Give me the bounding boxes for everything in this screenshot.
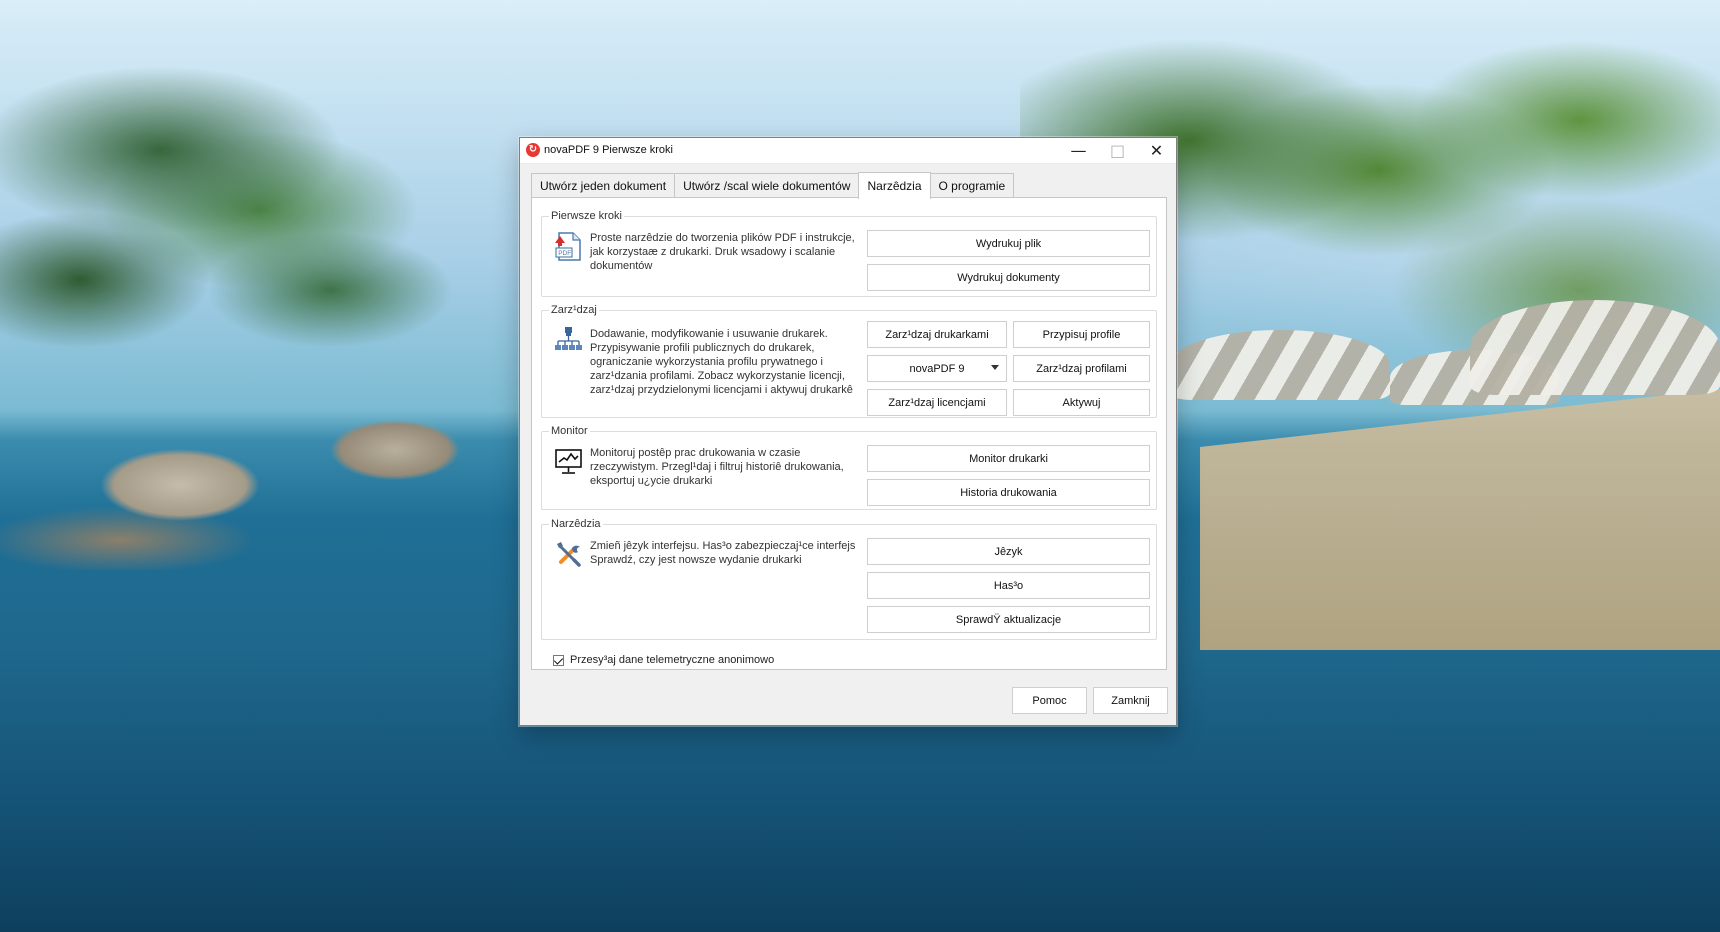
getting-started-description: Proste narzêdzie do tworzenia plików PDF… bbox=[590, 232, 855, 272]
title-bar: ↻ novaPDF 9 Pierwsze kroki — □ ✕ bbox=[520, 138, 1176, 164]
svg-text:PDF: PDF bbox=[558, 250, 571, 257]
help-button[interactable]: Pomoc bbox=[1012, 687, 1087, 714]
tools-group: Narzêdzia Zmieñ jêzyk interfejsu. Has³o … bbox=[541, 517, 1157, 640]
beach-umbrella bbox=[1170, 330, 1390, 400]
telemetry-option[interactable]: Przesy³aj dane telemetryczne anonimowo bbox=[553, 652, 774, 668]
close-window-button[interactable]: ✕ bbox=[1137, 138, 1176, 163]
language-button[interactable]: Jêzyk bbox=[867, 538, 1150, 565]
print-documents-button[interactable]: Wydrukuj dokumenty bbox=[867, 264, 1150, 291]
manage-printers-button[interactable]: Zarz¹dzaj drukarkami bbox=[867, 321, 1007, 348]
manage-title: Zarz¹dzaj bbox=[549, 303, 599, 317]
novapdf-window: ↻ novaPDF 9 Pierwsze kroki — □ ✕ Utwórz … bbox=[519, 137, 1177, 726]
minimize-button[interactable]: — bbox=[1059, 138, 1098, 163]
print-history-button[interactable]: Historia drukowania bbox=[867, 479, 1150, 506]
manage-description: Dodawanie, modyfikowanie i usuwanie druk… bbox=[590, 328, 853, 396]
tab-multiple-documents[interactable]: Utwórz /scal wiele dokumentów bbox=[674, 173, 860, 198]
telemetry-checkbox[interactable] bbox=[553, 654, 564, 666]
tab-single-document[interactable]: Utwórz jeden dokument bbox=[531, 173, 676, 198]
telemetry-label: Przesy³aj dane telemetryczne anonimowo bbox=[570, 654, 775, 666]
printer-select[interactable]: novaPDF 9 bbox=[867, 355, 1007, 382]
maximize-button[interactable]: □ bbox=[1098, 138, 1137, 163]
printer-monitor-button[interactable]: Monitor drukarki bbox=[867, 445, 1150, 472]
print-file-button[interactable]: Wydrukuj plik bbox=[867, 230, 1150, 257]
tools-title: Narzêdzia bbox=[549, 517, 603, 531]
tools-description: Zmieñ jêzyk interfejsu. Has³o zabezpiecz… bbox=[590, 540, 856, 566]
password-button[interactable]: Has³o bbox=[867, 572, 1150, 599]
printer-select-value: novaPDF 9 bbox=[909, 362, 965, 375]
close-button[interactable]: Zamknij bbox=[1093, 687, 1168, 714]
monitor-icon bbox=[555, 449, 582, 474]
window-controls: — □ ✕ bbox=[1059, 138, 1176, 163]
pool-rocks bbox=[0, 390, 520, 570]
tab-tools[interactable]: Narzêdzia bbox=[858, 172, 931, 199]
tab-strip: Utwórz jeden dokument Utwórz /scal wiele… bbox=[531, 171, 1015, 199]
network-icon bbox=[555, 327, 582, 350]
tab-about[interactable]: O programie bbox=[929, 173, 1015, 198]
pdf-icon: PDF bbox=[555, 232, 581, 261]
monitor-title: Monitor bbox=[549, 424, 590, 438]
getting-started-title: Pierwsze kroki bbox=[549, 209, 624, 223]
monitor-group: Monitor Monitoruj postêp prac drukowania… bbox=[541, 424, 1157, 510]
activate-button[interactable]: Aktywuj bbox=[1013, 389, 1150, 416]
chevron-down-icon bbox=[991, 365, 999, 370]
check-updates-button[interactable]: SprawdŸ aktualizacje bbox=[867, 606, 1150, 633]
window-title: novaPDF 9 Pierwsze kroki bbox=[544, 144, 673, 156]
manage-profiles-button[interactable]: Zarz¹dzaj profilami bbox=[1013, 355, 1150, 382]
beach-umbrella bbox=[1470, 300, 1720, 395]
getting-started-group: Pierwsze kroki PDF Proste narzêdzie do t… bbox=[541, 209, 1157, 297]
tools-tab-panel: Pierwsze kroki PDF Proste narzêdzie do t… bbox=[531, 197, 1167, 670]
monitor-description: Monitoruj postêp prac drukowania w czasi… bbox=[590, 447, 844, 487]
tools-icon bbox=[557, 542, 581, 567]
manage-group: Zarz¹dzaj Dodawanie, modyfikowanie i usu… bbox=[541, 303, 1157, 418]
manage-licenses-button[interactable]: Zarz¹dzaj licencjami bbox=[867, 389, 1007, 416]
novapdf-icon: ↻ bbox=[526, 143, 540, 157]
assign-profiles-button[interactable]: Przypisuj profile bbox=[1013, 321, 1150, 348]
